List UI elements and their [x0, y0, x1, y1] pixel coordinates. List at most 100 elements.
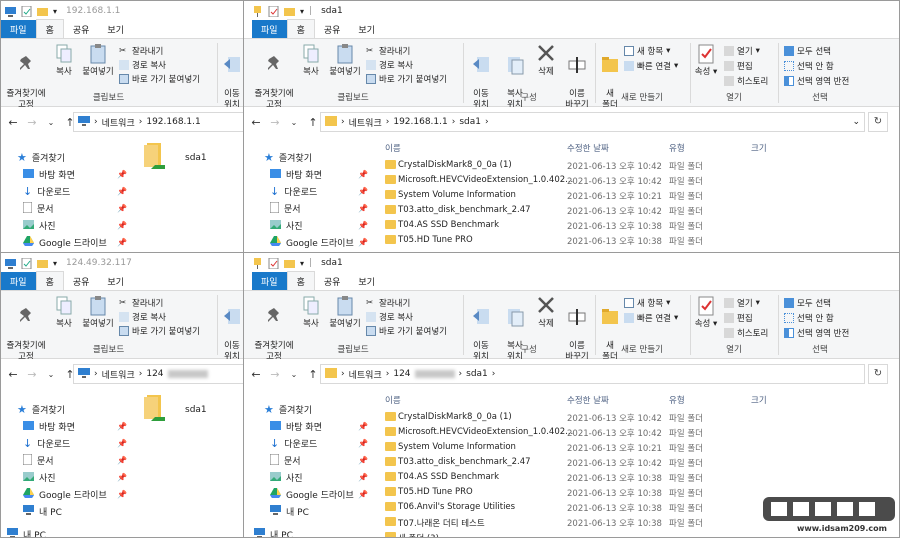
- nav-my-pc-root[interactable]: 내 PC: [1, 526, 131, 537]
- nav-my-pc[interactable]: 내 PC: [244, 503, 372, 520]
- open-button[interactable]: 열기 ▾: [724, 297, 760, 309]
- nav-desktop[interactable]: 바탕 화면 📌: [244, 166, 372, 183]
- history-button[interactable]: 히스토리: [724, 327, 768, 339]
- new-item-button[interactable]: 새 항목 ▾: [624, 45, 670, 57]
- tab-home[interactable]: 홈: [35, 19, 64, 38]
- nav-pictures[interactable]: 사진 📌: [1, 217, 131, 234]
- nav-documents[interactable]: 문서 📌: [244, 452, 372, 469]
- nav-quick-access[interactable]: ★ 즐겨찾기: [244, 149, 372, 166]
- breadcrumb-host[interactable]: 192.168.1.1: [393, 117, 447, 127]
- paste-button[interactable]: 붙여넣기: [79, 43, 117, 78]
- paste-button[interactable]: 붙여넣기: [79, 295, 117, 330]
- edit-button[interactable]: 편집: [724, 312, 753, 324]
- quick-access-dropdown[interactable]: ▾: [300, 259, 304, 268]
- nav-pictures[interactable]: 사진 📌: [244, 217, 372, 234]
- nav-documents[interactable]: 문서 📌: [244, 200, 372, 217]
- nav-my-pc[interactable]: 내 PC: [1, 503, 131, 520]
- address-box[interactable]: › 네트워크 › 124 › sda1 ›: [320, 364, 865, 384]
- recent-dropdown[interactable]: ⌄: [44, 118, 58, 127]
- tab-view[interactable]: 보기: [349, 20, 384, 38]
- address-box[interactable]: › 네트워크 › 124: [73, 364, 249, 384]
- open-button[interactable]: 열기 ▾: [724, 45, 760, 57]
- nav-quick-access[interactable]: ★ 즐겨찾기: [244, 401, 372, 418]
- pin-quick-icon[interactable]: [252, 5, 263, 17]
- new-folder-quick-icon[interactable]: [284, 258, 295, 269]
- select-all-button[interactable]: 모두 선택: [784, 45, 831, 57]
- history-button[interactable]: 히스토리: [724, 75, 768, 87]
- file-row[interactable]: CrystalDiskMark8_0_0a (1) 2021-06-13 오후 1…: [381, 159, 899, 174]
- nav-downloads[interactable]: ↓ 다운로드 📌: [1, 435, 131, 452]
- easy-access-button[interactable]: 빠른 연결 ▾: [624, 312, 678, 324]
- select-none-button[interactable]: 선택 안 함: [784, 312, 834, 324]
- copy-path-button[interactable]: 경로 복사: [119, 311, 166, 323]
- breadcrumb-network[interactable]: 네트워크: [349, 116, 382, 129]
- tab-view[interactable]: 보기: [98, 20, 133, 38]
- forward-button[interactable]: →: [25, 368, 39, 381]
- cut-button[interactable]: ✂ 잘라내기: [366, 45, 410, 57]
- paste-button[interactable]: 붙여넣기: [326, 43, 364, 78]
- column-type[interactable]: 유형: [669, 142, 685, 154]
- nav-google-drive[interactable]: Google 드라이브 📌: [1, 486, 131, 503]
- properties-button[interactable]: 속성 ▾: [692, 43, 720, 78]
- move-to-button[interactable]: 이동 위치: [219, 295, 245, 363]
- back-button[interactable]: ←: [249, 116, 263, 129]
- column-size[interactable]: 크기: [751, 142, 767, 154]
- nav-google-drive[interactable]: Google 드라이브 📌: [244, 486, 372, 503]
- column-date[interactable]: 수정한 날짜: [567, 394, 609, 406]
- nav-desktop[interactable]: 바탕 화면 📌: [1, 166, 131, 183]
- paste-shortcut-button[interactable]: 바로 가기 붙여넣기: [119, 325, 200, 337]
- breadcrumb-network[interactable]: 네트워크: [102, 368, 135, 381]
- tab-share[interactable]: 공유: [315, 20, 350, 38]
- cut-button[interactable]: ✂ 잘라내기: [366, 297, 410, 309]
- tab-share[interactable]: 공유: [315, 272, 350, 290]
- invert-selection-button[interactable]: 선택 영역 반전: [784, 327, 849, 339]
- cut-button[interactable]: ✂ 잘라내기: [119, 297, 163, 309]
- select-none-button[interactable]: 선택 안 함: [784, 60, 834, 72]
- network-share-item[interactable]: sda1: [139, 141, 209, 181]
- easy-access-button[interactable]: 빠른 연결 ▾: [624, 60, 678, 72]
- delete-button[interactable]: 삭제: [532, 295, 560, 330]
- nav-downloads[interactable]: ↓ 다운로드 📌: [244, 183, 372, 200]
- copy-button[interactable]: 복사: [298, 43, 324, 78]
- copy-path-button[interactable]: 경로 복사: [366, 311, 413, 323]
- file-row[interactable]: T04.AS SSD Benchmark 2021-06-13 오후 10:38 파…: [381, 471, 899, 486]
- address-box[interactable]: › 네트워크 › 192.168.1.1: [73, 112, 249, 132]
- tab-home[interactable]: 홈: [35, 271, 64, 290]
- edit-button[interactable]: 편집: [724, 60, 753, 72]
- file-row[interactable]: T04.AS SSD Benchmark 2021-06-13 오후 10:38 파…: [381, 219, 899, 234]
- column-date[interactable]: 수정한 날짜: [567, 142, 609, 154]
- nav-google-drive[interactable]: Google 드라이브 📌: [1, 234, 131, 251]
- nav-pictures[interactable]: 사진 📌: [1, 469, 131, 486]
- forward-button[interactable]: →: [268, 116, 282, 129]
- copy-button[interactable]: 복사: [51, 43, 77, 78]
- new-folder-quick-icon[interactable]: [284, 6, 295, 17]
- nav-pictures[interactable]: 사진 📌: [244, 469, 372, 486]
- copy-path-button[interactable]: 경로 복사: [119, 59, 166, 71]
- refresh-button[interactable]: ↻: [868, 364, 888, 384]
- nav-desktop[interactable]: 바탕 화면 📌: [1, 418, 131, 435]
- quick-access-dropdown[interactable]: ▾: [53, 7, 57, 16]
- column-type[interactable]: 유형: [669, 394, 685, 406]
- file-row[interactable]: T03.atto_disk_benchmark_2.47 2021-06-13 오…: [381, 204, 899, 219]
- breadcrumb-network[interactable]: 네트워크: [102, 116, 135, 129]
- properties-button[interactable]: 속성 ▾: [692, 295, 720, 330]
- quick-access-dropdown[interactable]: ▾: [53, 259, 57, 268]
- address-box[interactable]: › 네트워크 › 192.168.1.1 › sda1 › ⌄: [320, 112, 865, 132]
- properties-quick-icon[interactable]: [21, 257, 32, 269]
- address-dropdown[interactable]: ⌄: [852, 117, 860, 127]
- select-all-button[interactable]: 모두 선택: [784, 297, 831, 309]
- copy-button[interactable]: 복사: [298, 295, 324, 330]
- quick-access-dropdown[interactable]: ▾: [300, 7, 304, 16]
- file-row[interactable]: T05.HD Tune PRO 2021-06-13 오후 10:38 파일 폴더: [381, 234, 899, 249]
- tab-file[interactable]: 파일: [1, 20, 36, 38]
- properties-quick-icon[interactable]: [268, 257, 279, 269]
- column-name[interactable]: 이름: [385, 394, 401, 406]
- nav-google-drive[interactable]: Google 드라이브 📌: [244, 234, 372, 251]
- move-to-button[interactable]: 이동 위치: [219, 43, 245, 111]
- tab-share[interactable]: 공유: [64, 20, 99, 38]
- invert-selection-button[interactable]: 선택 영역 반전: [784, 75, 849, 87]
- forward-button[interactable]: →: [268, 368, 282, 381]
- properties-quick-icon[interactable]: [268, 5, 279, 17]
- network-share-item[interactable]: sda1: [139, 393, 209, 433]
- tab-view[interactable]: 보기: [98, 272, 133, 290]
